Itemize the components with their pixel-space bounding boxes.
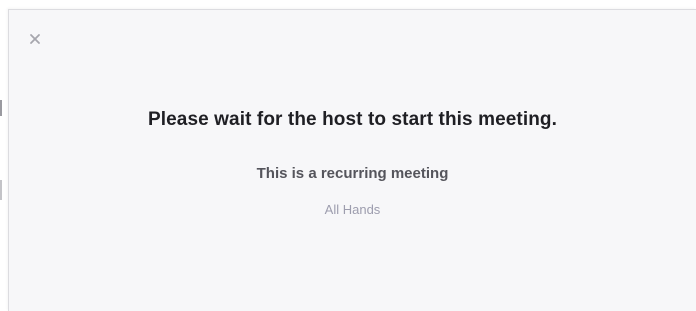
background-window-edge: [0, 180, 2, 200]
screen: Please wait for the host to start this m…: [0, 0, 696, 311]
dialog-title: Please wait for the host to start this m…: [147, 109, 558, 130]
meeting-topic: All Hands: [324, 202, 381, 217]
close-icon: [30, 34, 40, 44]
close-button[interactable]: [27, 31, 43, 47]
waiting-for-host-dialog: Please wait for the host to start this m…: [8, 9, 696, 311]
recurring-meeting-label: This is a recurring meeting: [256, 165, 449, 182]
background-window-edge: [0, 100, 2, 116]
